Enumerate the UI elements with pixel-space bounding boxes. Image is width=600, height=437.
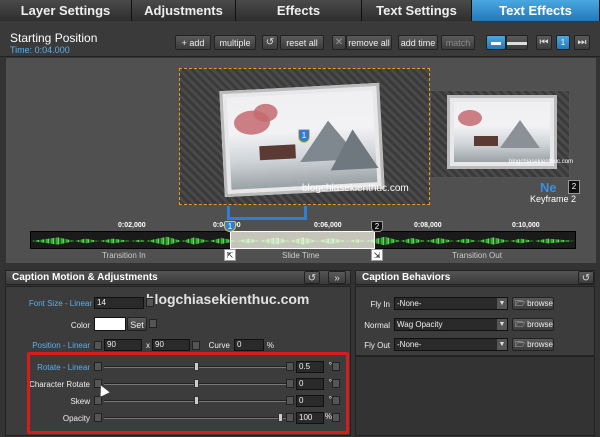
tick-label: 0:08,000 <box>414 222 442 229</box>
font-size-input[interactable]: 14 <box>94 297 144 309</box>
tab-text-effects[interactable]: Text Effects <box>472 0 600 21</box>
position-x-input[interactable]: 90 <box>104 339 142 351</box>
font-size-label: Font Size - Linear <box>28 299 92 308</box>
tick-label: 0:06,000 <box>314 222 342 229</box>
fly-in-select[interactable]: -None- ▼ <box>394 297 508 310</box>
fly-out-value: -None- <box>397 340 422 349</box>
add-time-button[interactable]: add time <box>398 35 438 50</box>
keyframe-number-badge[interactable]: 1 <box>556 35 570 50</box>
position-label: Position - Linear <box>32 341 90 350</box>
caption-expand-icon[interactable]: » <box>328 271 346 284</box>
caption-motion-title: Caption Motion & Adjustments <box>12 272 158 283</box>
chevron-down-icon: ▼ <box>497 298 507 309</box>
caption-watermark[interactable]: blogchiasekienthuc.com <box>302 183 409 194</box>
keyframe-marker-2[interactable]: 2 <box>371 221 383 232</box>
reset-icon[interactable]: ↺ <box>262 35 278 50</box>
keyframe-title: Starting Position <box>10 31 98 45</box>
first-keyframe-icon[interactable]: ⏮ <box>536 35 552 50</box>
slide-time-label: Slide Time <box>282 251 320 260</box>
color-lock[interactable] <box>149 319 157 328</box>
normal-browse-button[interactable]: 🗁 browse <box>512 318 554 331</box>
tab-adjustments[interactable]: Adjustments <box>132 0 236 21</box>
normal-label: Normal <box>364 321 390 330</box>
add-label: add <box>189 38 205 48</box>
position-x-separator: x <box>146 341 150 350</box>
fly-out-browse-label: browse <box>527 340 553 349</box>
folder-icon: 🗁 <box>515 320 528 329</box>
normal-browse-label: browse <box>527 320 553 329</box>
empty-panel-area <box>355 356 595 436</box>
fly-out-label: Fly Out <box>364 341 390 350</box>
timeline-view-icon[interactable]: ▬ <box>486 35 506 50</box>
current-slide-frame[interactable]: blogchiasekienthuc.com 1 <box>179 68 430 205</box>
tab-effects[interactable]: Effects <box>236 0 362 21</box>
normal-select[interactable]: Wag Opacity ▼ <box>394 318 508 331</box>
highlight-box <box>27 352 349 434</box>
next-label: Ne <box>540 180 557 195</box>
chevron-down-icon: ▼ <box>497 339 507 350</box>
keyframe-header: Starting Position Time: 0:04.000 + add m… <box>0 21 600 57</box>
caption-behaviors-panel: Fly In -None- ▼ 🗁 browse Normal Wag Opaci… <box>355 286 595 356</box>
color-swatch[interactable] <box>94 317 126 331</box>
last-keyframe-icon[interactable]: ⏭ <box>574 35 590 50</box>
caption-motion-header: Caption Motion & Adjustments <box>5 270 351 285</box>
position-marker[interactable]: 1 <box>298 129 310 143</box>
tab-layer-settings[interactable]: Layer Settings <box>0 0 132 21</box>
next-slide-photo <box>447 95 557 169</box>
position-y-stepper[interactable] <box>192 341 200 350</box>
color-label: Color <box>70 321 90 330</box>
behaviors-reset-icon[interactable]: ↺ <box>578 271 594 284</box>
folder-icon: 🗁 <box>515 299 528 308</box>
match-button[interactable]: match <box>441 35 475 50</box>
split-view-icon[interactable]: ▬▬ <box>506 35 528 50</box>
chevron-down-icon: ▼ <box>497 319 507 330</box>
fly-in-label: Fly In <box>370 300 390 309</box>
fly-in-browse-label: browse <box>527 299 553 308</box>
normal-value: Wag Opacity <box>397 320 443 329</box>
caption-reset-icon[interactable]: ↺ <box>304 271 320 284</box>
caption-behaviors-title: Caption Behaviors <box>362 272 451 283</box>
tick-label: 0:10,000 <box>512 222 540 229</box>
folder-icon: 🗁 <box>515 340 528 349</box>
app-root: Layer Settings Adjustments Effects Text … <box>0 0 600 437</box>
fly-in-browse-button[interactable]: 🗁 browse <box>512 297 554 310</box>
transition-in-handle-icon[interactable]: ⇱ <box>224 249 236 261</box>
pavilion <box>259 144 296 161</box>
reset-all-button[interactable]: reset all <box>280 35 324 50</box>
tick-label: 0:02,000 <box>118 222 146 229</box>
transition-out-handle-icon[interactable]: ⇲ <box>371 249 383 261</box>
fly-out-browse-button[interactable]: 🗁 browse <box>512 338 554 351</box>
transition-out-label: Transition Out <box>452 251 502 260</box>
add-button[interactable]: + add <box>175 35 211 50</box>
tab-text-settings[interactable]: Text Settings <box>362 0 472 21</box>
caption-behaviors-header: Caption Behaviors <box>355 270 595 285</box>
position-lock[interactable] <box>94 341 102 350</box>
next-slide-watermark: blogchiasekienthuc.com <box>509 159 574 165</box>
panel-watermark: blogchiasekienthuc.com <box>146 291 310 307</box>
color-set-button[interactable]: Set <box>127 317 147 331</box>
curve-input[interactable]: 0 <box>234 339 264 351</box>
multiple-button[interactable]: multiple <box>214 35 256 50</box>
keyframe-time: Time: 0:04.000 <box>10 45 70 55</box>
curve-label: Curve <box>208 341 230 350</box>
fly-out-select[interactable]: -None- ▼ <box>394 338 508 351</box>
slide-time-region[interactable] <box>230 231 375 249</box>
remove-all-button[interactable]: remove all <box>346 35 392 50</box>
next-keyframe-badge: 2 <box>568 180 580 194</box>
next-slide-frame[interactable]: blogchiasekienthuc.com <box>430 90 574 178</box>
position-y-input[interactable]: 90 <box>152 339 190 351</box>
fly-in-value: -None- <box>397 299 422 308</box>
font-size-lock[interactable] <box>146 298 154 307</box>
curve-unit: % <box>266 341 274 350</box>
transition-in-label: Transition In <box>102 251 146 260</box>
remove-icon[interactable]: ✕ <box>332 35 346 50</box>
tab-bar: Layer Settings Adjustments Effects Text … <box>0 0 600 21</box>
next-keyframe-label: Keyframe 2 <box>530 194 577 204</box>
